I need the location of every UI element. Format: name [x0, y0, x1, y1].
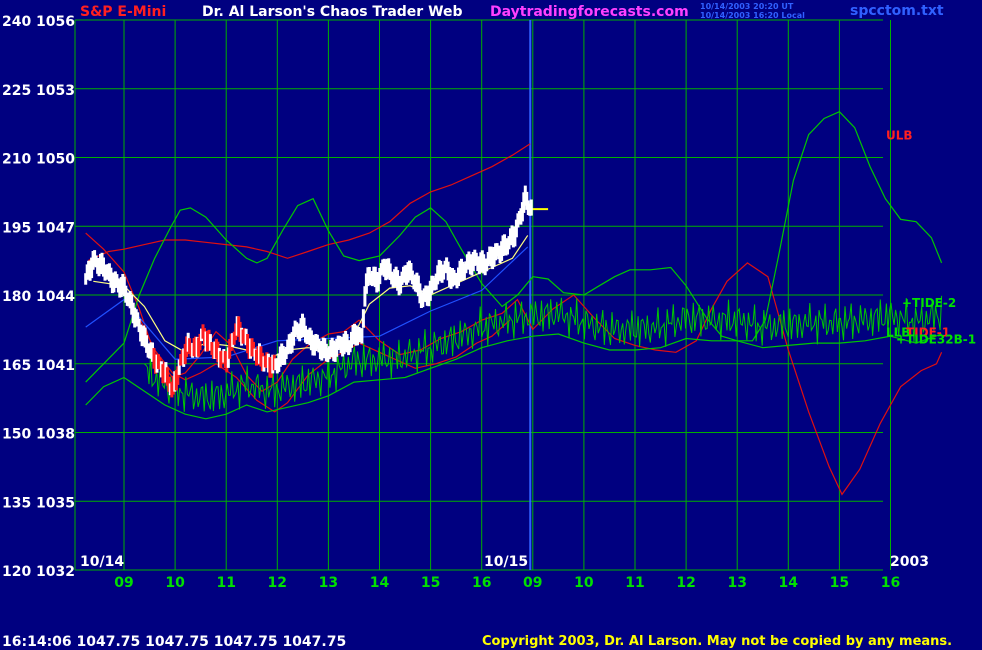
file-name: spcctom.txt: [850, 3, 944, 19]
x-hour-label: 13: [727, 575, 746, 591]
y-tick-label: 150: [2, 427, 31, 443]
year-label: 2003: [890, 554, 929, 570]
chart-canvas: 240 1056 225 1053 210 1050 195 1047 180 1044 165 10…: [2, 2, 976, 650]
y-price-label: 1053: [36, 83, 75, 99]
y-tick-label: 240: [2, 14, 31, 30]
x-hour-label: 14: [779, 575, 799, 591]
x-hour-label: 15: [830, 575, 849, 591]
x-axis-labels: 09 10 11 12 13 14 15 16 09 10 11 12 13 14 15 16 10/14 10/…: [80, 554, 929, 591]
y-tick-label: 225: [2, 83, 31, 99]
y-price-label: 1050: [36, 152, 75, 168]
y-tick-label: 135: [2, 495, 31, 511]
copyright: Copyright 2003, Dr. Al Larson. May not b…: [482, 634, 952, 649]
quote-readout: 16:14:06 1047.75 1047.75 1047.75 1047.75: [2, 634, 346, 650]
y-tick-label: 180: [2, 289, 31, 305]
x-hour-label: 13: [319, 575, 338, 591]
series-label: +TIDE-2: [902, 296, 956, 310]
y-price-label: 1032: [36, 564, 75, 580]
y-price-label: 1035: [36, 495, 75, 511]
x-hour-label: 14: [370, 575, 390, 591]
title-center: Dr. Al Larson's Chaos Trader Web: [202, 4, 463, 20]
timestamp-utc: 10/14/2003 20:20 UT: [700, 2, 794, 11]
x-hour-label: 10: [165, 575, 185, 591]
date-label-2: 10/15: [484, 554, 528, 570]
site-link[interactable]: Daytradingforecasts.com: [490, 4, 689, 20]
series-label: +TIDE32B-1: [896, 333, 976, 347]
date-label-1: 10/14: [80, 554, 124, 570]
y-tick-label: 195: [2, 220, 31, 236]
y-price-label: 1056: [36, 14, 75, 30]
x-hour-label: 12: [676, 575, 695, 591]
price-bar: [361, 309, 365, 328]
y-tick-label: 165: [2, 358, 31, 374]
x-hour-label: 15: [421, 575, 440, 591]
y-price-label: 1044: [36, 289, 75, 305]
y-tick-label: 120: [2, 564, 31, 580]
x-hour-label: 16: [881, 575, 900, 591]
x-hour-label: 11: [216, 575, 235, 591]
series-label: ULB: [886, 129, 913, 143]
x-hour-label: 11: [625, 575, 644, 591]
x-hour-label: 09: [114, 575, 133, 591]
y-price-label: 1038: [36, 427, 75, 443]
y-axis-labels: 240 1056 225 1053 210 1050 195 1047 180 1044 165 10…: [2, 14, 75, 580]
series-line-tide32b-noise: [144, 295, 943, 412]
price-bar: [529, 199, 533, 216]
title-left: S&P E-Mini: [80, 4, 166, 20]
price-bar: [360, 328, 364, 344]
y-price-label: 1041: [36, 358, 75, 374]
x-hour-label: 16: [472, 575, 491, 591]
timestamp-local: 10/14/2003 16:20 Local: [700, 11, 805, 20]
grid: [74, 19, 891, 571]
y-price-label: 1047: [36, 220, 75, 236]
x-hour-label: 10: [574, 575, 594, 591]
series-line-ulb: [87, 143, 531, 262]
x-hour-label: 09: [523, 575, 542, 591]
y-tick-label: 210: [2, 152, 31, 168]
series-layer: [85, 110, 943, 496]
x-hour-label: 12: [268, 575, 287, 591]
